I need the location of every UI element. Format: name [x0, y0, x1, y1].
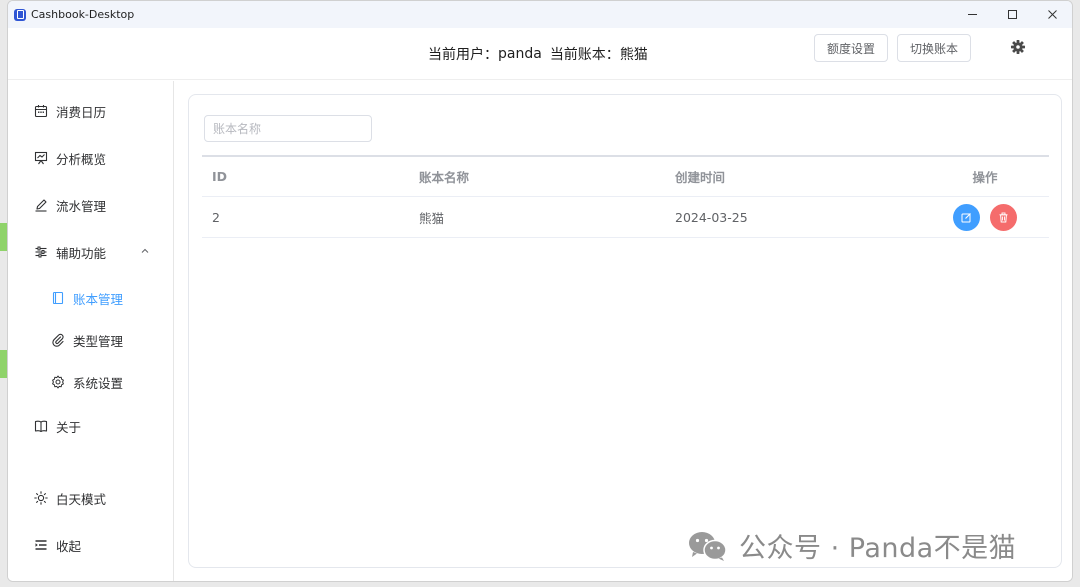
book-list-card: ID 账本名称 创建时间 操作 2 熊猫 2024-03-25 — [188, 94, 1062, 568]
app-window: Cashbook-Desktop 当前用户： panda 当前账本： 熊猫 额度… — [7, 0, 1073, 582]
chart-board-icon — [34, 151, 48, 165]
delete-book-button[interactable] — [990, 203, 1017, 231]
sidebar: 消费日历 分析概览 流水管理 辅助功能 账本管理 类型管理 系统设置 关于 白天… — [8, 81, 174, 581]
sidebar-item-label: 白天模式 — [56, 491, 107, 507]
notebook-icon — [51, 291, 65, 305]
sidebar-item-auxiliary-functions[interactable]: 辅助功能 — [8, 232, 173, 272]
titlebar: Cashbook-Desktop — [8, 1, 1072, 28]
watermark: 公众号 · Panda不是猫 — [687, 526, 1016, 565]
chevron-up-icon — [141, 248, 149, 253]
table-row: 2 熊猫 2024-03-25 — [202, 197, 1049, 238]
sliders-icon — [34, 245, 48, 259]
close-icon — [1047, 10, 1057, 19]
sidebar-item-label: 消费日历 — [56, 104, 107, 120]
main-content: ID 账本名称 创建时间 操作 2 熊猫 2024-03-25 — [174, 81, 1072, 581]
window-controls — [952, 1, 1072, 28]
book-table: ID 账本名称 创建时间 操作 2 熊猫 2024-03-25 — [202, 155, 1049, 238]
cell-created-time: 2024-03-25 — [675, 209, 748, 225]
edit-book-button[interactable] — [953, 203, 980, 231]
book-icon — [34, 419, 48, 433]
sidebar-item-book-management[interactable]: 账本管理 — [8, 278, 173, 318]
sidebar-item-label: 类型管理 — [73, 333, 124, 349]
sidebar-item-type-management[interactable]: 类型管理 — [8, 320, 173, 360]
maximize-button[interactable] — [992, 1, 1032, 28]
wechat-logo-icon — [689, 531, 727, 561]
minimize-button[interactable] — [952, 1, 992, 28]
edit-icon — [961, 212, 971, 222]
maximize-icon — [1007, 10, 1017, 19]
minimize-icon — [967, 14, 977, 15]
app-header: 当前用户： panda 当前账本： 熊猫 额度设置 切换账本 — [8, 28, 1072, 80]
sidebar-item-about[interactable]: 关于 — [8, 406, 173, 446]
column-header-book-name: 账本名称 — [419, 170, 470, 185]
sidebar-item-label: 收起 — [56, 538, 82, 554]
sidebar-item-label: 分析概览 — [56, 151, 107, 167]
column-header-created-time: 创建时间 — [675, 170, 726, 185]
cell-id: 2 — [212, 209, 220, 225]
collapse-sidebar-button[interactable]: 收起 — [8, 525, 173, 565]
settings-gear-icon[interactable] — [1010, 39, 1026, 55]
column-header-actions: 操作 — [972, 170, 998, 185]
sidebar-item-consumption-calendar[interactable]: 消费日历 — [8, 91, 173, 131]
column-header-id: ID — [212, 169, 228, 184]
sidebar-item-label: 系统设置 — [73, 375, 124, 391]
book-name-search-input[interactable] — [204, 115, 372, 142]
current-book-name: 熊猫 — [619, 47, 648, 63]
current-user-info: 当前用户： panda 当前账本： 熊猫 — [428, 28, 648, 80]
table-header: ID 账本名称 创建时间 操作 — [202, 155, 1049, 197]
current-user-label: 当前用户： — [428, 47, 498, 63]
sidebar-item-label: 流水管理 — [56, 198, 107, 214]
quota-settings-button[interactable]: 额度设置 — [814, 34, 889, 62]
close-button[interactable] — [1032, 1, 1072, 28]
window-title: Cashbook-Desktop — [31, 8, 135, 21]
sun-icon — [34, 491, 48, 505]
sidebar-item-flow-management[interactable]: 流水管理 — [8, 185, 173, 225]
sidebar-item-label: 辅助功能 — [56, 245, 107, 261]
current-book-label: 当前账本： — [549, 47, 620, 63]
calendar-icon — [34, 104, 48, 118]
gear-icon — [51, 375, 65, 389]
theme-toggle-day-mode[interactable]: 白天模式 — [8, 478, 173, 518]
trash-icon — [999, 212, 1008, 222]
background-window-glimpse — [0, 223, 7, 251]
paperclip-icon — [51, 333, 65, 347]
sidebar-item-system-settings[interactable]: 系统设置 — [8, 362, 173, 402]
fold-icon — [34, 538, 48, 552]
cell-book-name: 熊猫 — [419, 210, 445, 226]
pen-icon — [34, 198, 48, 212]
background-window-glimpse — [0, 350, 7, 378]
cell-actions — [950, 197, 1020, 237]
switch-book-button[interactable]: 切换账本 — [897, 34, 972, 62]
sidebar-item-label: 账本管理 — [73, 291, 124, 307]
sidebar-item-analysis-overview[interactable]: 分析概览 — [8, 138, 173, 178]
app-logo-icon — [14, 8, 26, 21]
sidebar-item-label: 关于 — [56, 419, 82, 435]
watermark-text: 公众号 · Panda不是猫 — [739, 533, 1017, 564]
current-user-name: panda — [498, 46, 542, 62]
